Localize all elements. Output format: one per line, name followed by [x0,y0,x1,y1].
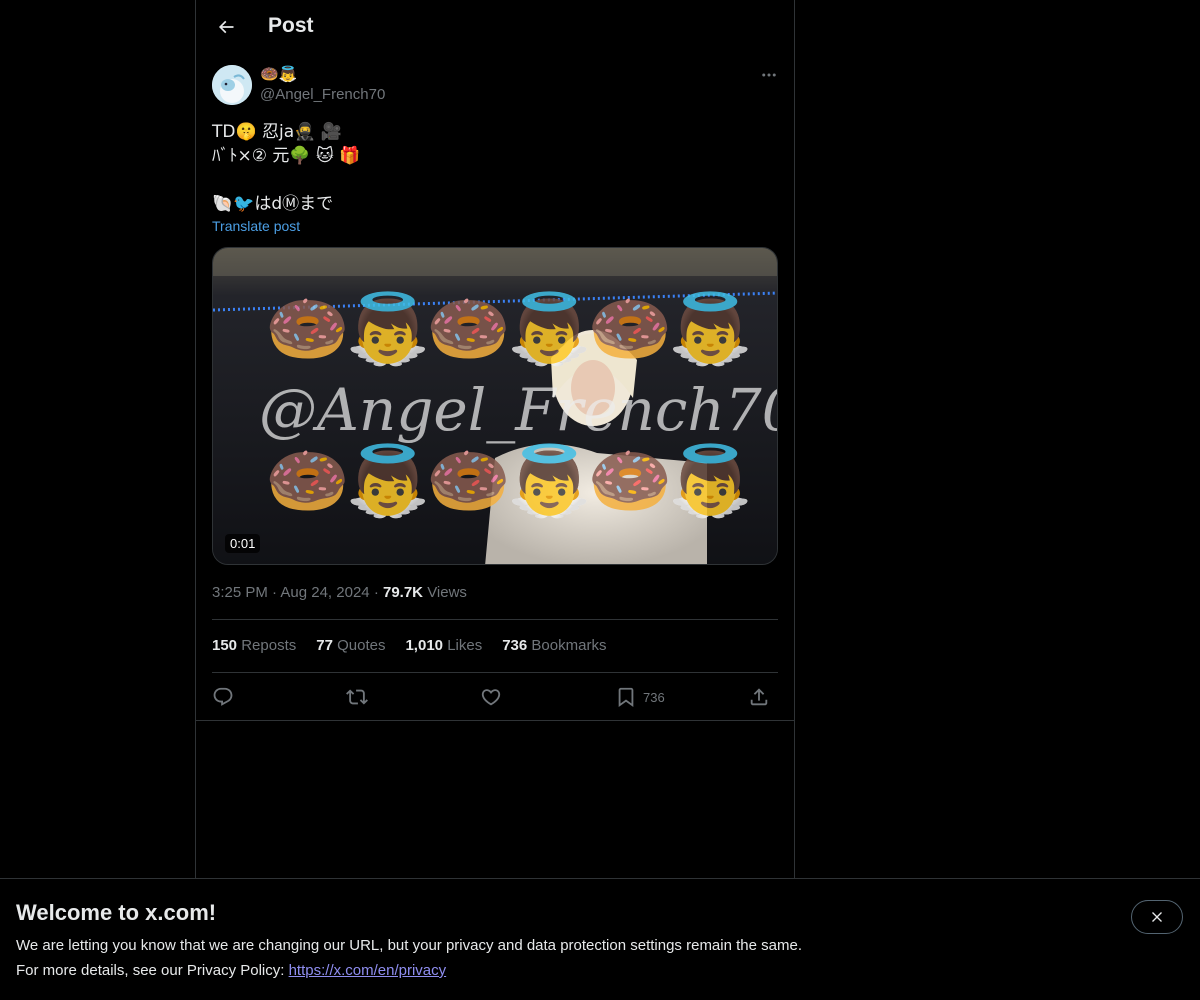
reply-button[interactable] [212,683,234,711]
close-icon [1152,912,1162,922]
video-watermark: @Angel_French70 [259,376,778,444]
views-count: 79.7K [382,584,424,601]
action-bar: 736 [212,683,778,711]
primary-column: Post 🍩👼 @Angel_French70 TD🤫 忍ja🥷 🎥 ﾊﾞﾄ×②… [195,0,795,1000]
video-overlay-row: 🍩👼🍩👼🍩👼 [265,442,753,521]
bookmarks-count: 736 [502,637,528,654]
quotes-stat[interactable]: 77 Quotes [316,637,385,654]
reposts-stat[interactable]: 150 Reposts [212,637,296,654]
banner-text-prefix: For more details, see our Privacy Policy… [16,962,289,979]
bookmark-icon [618,687,634,708]
back-button[interactable] [208,9,244,45]
reposts-count: 150 [212,637,238,654]
reply-icon [213,687,233,706]
avatar-image [212,65,252,105]
post-text-line: 🐚🐦はdⓂまで [212,194,334,214]
banner-title: Welcome to x.com! [16,900,217,925]
welcome-banner: Welcome to x.com! We are letting you kno… [0,878,1200,1000]
bookmark-button[interactable]: 736 [615,683,665,711]
like-button[interactable] [480,683,502,711]
post-stats: 150 Reposts 77 Quotes 1,010 Likes 736 Bo… [212,637,606,654]
post-text-line: TD🤫 忍ja🥷 🎥 [212,122,342,142]
more-icon [762,73,776,77]
post-text-line: ﾊﾞﾄ×② 元🌳 🐱 🎁 [212,146,361,166]
translate-post-link[interactable]: Translate post [212,218,300,234]
bookmark-count: 736 [643,689,665,705]
meta-separator: · [373,584,383,601]
likes-stat[interactable]: 1,010 Likes [405,637,482,654]
like-icon [481,689,501,706]
quotes-count: 77 [316,637,333,654]
share-button[interactable] [748,683,770,711]
repost-icon [346,689,368,705]
post-meta: 3:25 PM · Aug 24, 2024 · 79.7K Views [212,584,467,601]
quotes-label: Quotes [337,637,386,654]
share-icon [750,688,768,706]
likes-label: Likes [447,637,483,654]
post-text-line [212,168,772,192]
video-overlay-row: 🍩👼🍩👼🍩👼 [265,290,753,369]
page-title: Post [268,14,314,37]
author-handle[interactable]: @Angel_French70 [260,86,385,103]
divider [196,720,794,721]
post-time[interactable]: 3:25 PM [212,584,268,601]
reposts-label: Reposts [241,637,297,654]
privacy-policy-link[interactable]: https://x.com/en/privacy [289,962,447,979]
video-duration: 0:01 [225,534,261,553]
post-date[interactable]: Aug 24, 2024 [280,584,369,601]
bookmarks-stat[interactable]: 736 Bookmarks [502,637,606,654]
banner-text: We are letting you know that we are chan… [16,937,802,954]
banner-close-button[interactable] [1131,900,1183,934]
post-video[interactable]: 🍩👼🍩👼🍩👼 @Angel_French70 🍩👼🍩👼🍩👼 0:01 [212,247,778,565]
more-button[interactable] [756,64,782,86]
bookmarks-label: Bookmarks [531,637,607,654]
divider [212,619,778,620]
likes-count: 1,010 [405,637,444,654]
avatar[interactable] [212,65,252,105]
back-arrow-icon [218,20,234,34]
post-text: TD🤫 忍ja🥷 🎥 ﾊﾞﾄ×② 元🌳 🐱 🎁 🐚🐦はdⓂまで [212,120,772,216]
divider [212,672,778,673]
header: Post [196,0,794,54]
repost-button[interactable] [346,683,368,711]
views-label: Views [427,584,467,601]
author-name[interactable]: 🍩👼 [260,65,297,83]
banner-text: For more details, see our Privacy Policy… [16,962,446,979]
